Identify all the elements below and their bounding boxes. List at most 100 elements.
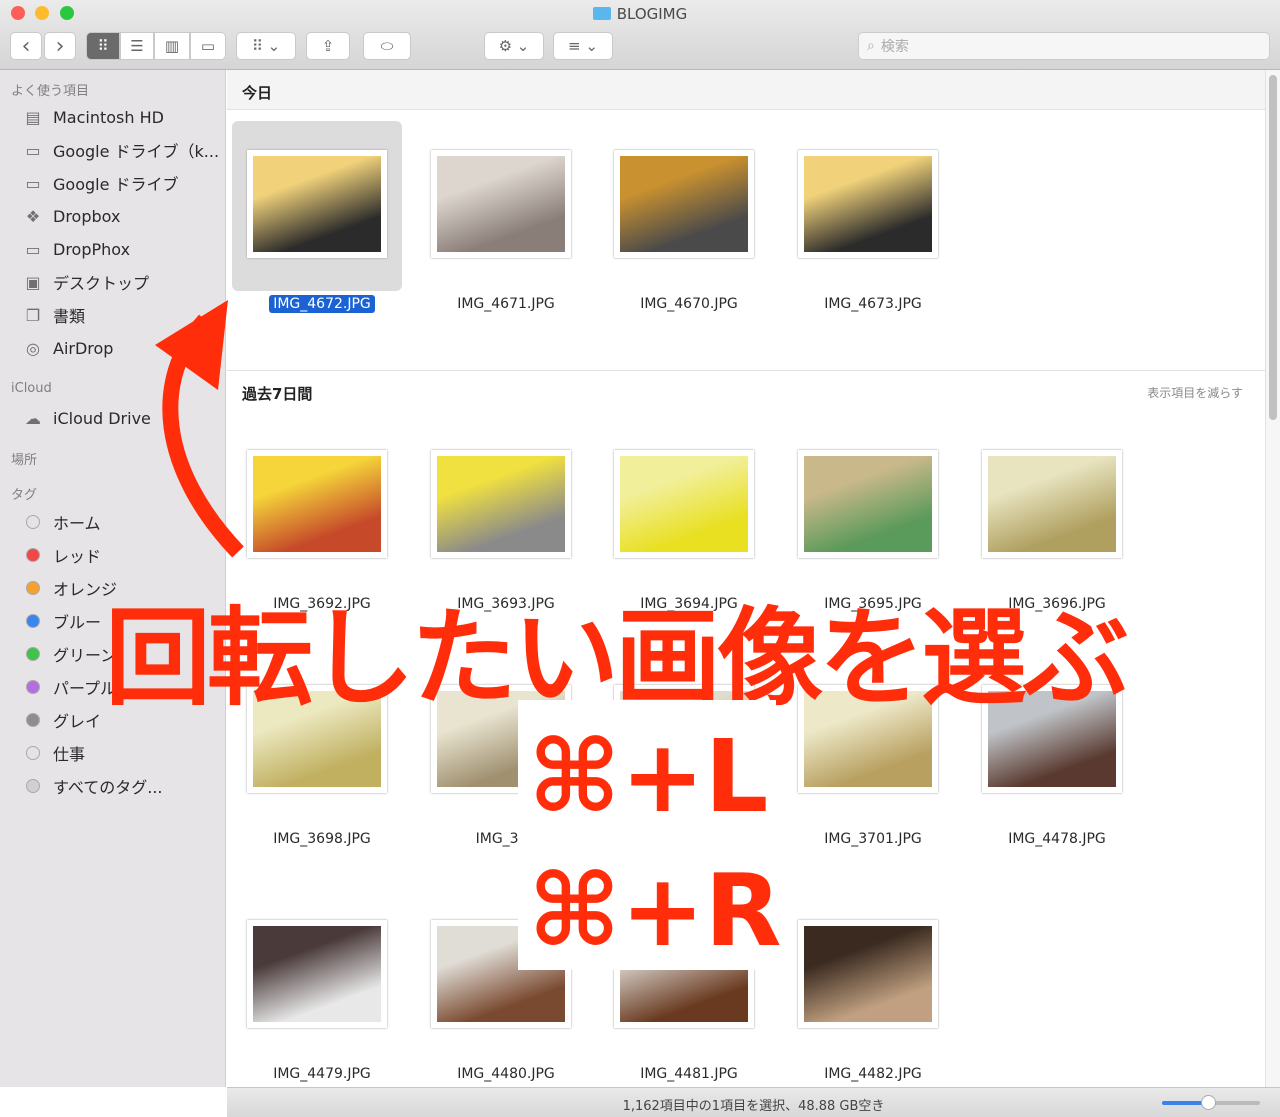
image-thumbnail[interactable] [247,685,387,793]
dropbox-icon: ❖ [25,206,41,226]
file-name[interactable]: IMG_4670.JPG [640,296,738,312]
file-name[interactable]: IMG_3701.JPG [824,831,922,847]
sidebar-item-label: グレイ [53,712,102,731]
tag-button[interactable]: ⬭ [363,32,411,60]
file-name[interactable]: IMG_4480.JPG [457,1066,555,1082]
image-thumbnail[interactable] [982,450,1122,558]
file-name[interactable]: IMG_4478.JPG [1008,831,1106,847]
file-name[interactable]: IMG_4481.JPG [640,1066,738,1082]
image-thumbnail[interactable] [247,150,387,258]
sidebar-tag[interactable]: グレイ [22,706,101,734]
documents-icon: ❐ [25,305,41,325]
file-name[interactable]: IMG_4673.JPG [824,296,922,312]
image-thumbnail[interactable] [614,920,754,1028]
tag-color-icon [26,680,40,694]
sidebar-item-label: Dropbox [53,206,121,226]
sidebar-item[interactable]: ◎ AirDrop [22,334,113,362]
folder-icon: ▭ [25,140,41,160]
sidebar-item[interactable]: ❖ Dropbox [22,202,121,230]
sidebar-item[interactable]: ▭ DropPhox [22,235,130,263]
window-title: BLOGIMG [0,5,1280,23]
sidebar-tag[interactable]: パープル [22,673,116,701]
image-thumbnail[interactable] [798,685,938,793]
sidebar: よく使う項目 iCloud ☁ iCloud Drive 場所 タグ ▤ Macin… [0,70,226,1087]
file-name[interactable]: IMG_3694.JPG [640,596,738,612]
file-name[interactable]: IMG_3698.JPG [273,831,371,847]
file-name[interactable]: IMG_3692.JPG [273,596,371,612]
image-thumbnail[interactable] [431,150,571,258]
sidebar-item-label: デスクトップ [53,274,150,293]
image-thumbnail[interactable] [614,150,754,258]
tag-color-icon [26,647,40,661]
sidebar-item-label: 書類 [53,307,86,326]
sidebar-tag[interactable]: ブルー [22,607,101,635]
scrollbar-thumb[interactable] [1269,75,1277,420]
sidebar-item-label: AirDrop [53,338,114,358]
image-thumbnail[interactable] [431,920,571,1028]
group-button[interactable]: ⠿ ⌄ [236,32,296,60]
sidebar-item[interactable]: ▭ Google ドライブ（k... [22,136,219,164]
show-less-link[interactable]: 表示項目を減らす [1147,384,1243,401]
image-thumbnail[interactable] [431,450,571,558]
cloud-icon: ☁ [25,408,41,428]
image-thumbnail[interactable] [431,685,571,793]
file-name[interactable]: IMG_4671.JPG [457,296,555,312]
sidebar-tag[interactable]: グリーン [22,640,116,668]
sidebar-item[interactable]: ▭ Google ドライブ [22,169,178,197]
sidebar-tag[interactable]: すべてのタグ... [22,772,163,800]
file-name[interactable]: IMG_4482.JPG [824,1066,922,1082]
back-button[interactable]: ‹ [10,32,42,60]
search-placeholder: 検索 [880,39,909,55]
search-icon: ⌕ [867,38,875,54]
image-thumbnail[interactable] [798,920,938,1028]
share-button[interactable]: ⇪ [306,32,350,60]
image-thumbnail[interactable] [247,920,387,1028]
action-gear-button[interactable]: ⚙ ⌄ [484,32,544,60]
tag-color-icon [26,614,40,628]
window-title-text: BLOGIMG [616,5,688,23]
sidebar-item-label: すべてのタグ... [53,778,163,797]
sidebar-item-label: ブルー [53,613,102,632]
search-field[interactable]: ⌕ 検索 [858,32,1270,60]
image-thumbnail[interactable] [247,450,387,558]
column-view-button[interactable]: ▥ [154,32,190,60]
file-name[interactable]: IMG_3693.JPG [457,596,555,612]
arrange-button[interactable]: ≡ ⌄ [553,32,613,60]
sidebar-tag[interactable]: オレンジ [22,574,117,602]
sidebar-item[interactable]: ▣ デスクトップ [22,268,149,296]
title-bar: BLOGIMG ‹ › ⠿ ☰ ▥ ▭ ⠿ ⌄ ⇪ ⬭ ⚙ ⌄ ≡ ⌄ ⌕ 検索 [0,0,1280,70]
sidebar-tag[interactable]: 仕事 [22,739,85,767]
list-view-button[interactable]: ☰ [120,32,154,60]
tag-color-icon [26,548,40,562]
sidebar-tag[interactable]: レッド [22,541,101,569]
icon-view-button[interactable]: ⠿ [86,32,120,60]
sidebar-item[interactable]: ❐ 書類 [22,301,85,329]
group-header-today: 今日 [227,70,1265,110]
scrollbar[interactable] [1265,70,1280,1087]
file-name[interactable]: IMG_369 [476,831,537,847]
sidebar-item-label: ホーム [53,514,101,533]
image-thumbnail[interactable] [982,685,1122,793]
file-name[interactable]: IMG_4479.JPG [273,1066,371,1082]
image-thumbnail[interactable] [798,150,938,258]
file-name[interactable]: IMG_3695.JPG [824,596,922,612]
image-thumbnail[interactable] [614,450,754,558]
icon-size-slider[interactable] [1162,1095,1260,1110]
folder-icon: ▭ [25,173,41,193]
tag-color-icon [26,779,40,793]
sidebar-item[interactable]: ▤ Macintosh HD [22,103,164,131]
sidebar-item-label: Google ドライブ（k... [53,142,220,161]
status-bar: 1,162項目中の1項目を選択、48.88 GB空き [227,1087,1280,1117]
image-thumbnail[interactable] [798,450,938,558]
gallery-view-button[interactable]: ▭ [190,32,226,60]
image-thumbnail[interactable] [614,685,754,793]
file-name[interactable]: IMG_4672.JPG [269,295,375,313]
sidebar-item-label: オレンジ [53,580,118,599]
sidebar-item-label: DropPhox [53,239,131,259]
file-browser: 今日 過去7日間 表示項目を減らす IMG_4672.JPG IMG_4671.JP… [227,70,1265,1087]
sidebar-tag[interactable]: ホーム [22,508,101,536]
file-name[interactable]: IMG_3696.JPG [1008,596,1106,612]
sidebar-item-icloud-drive[interactable]: ☁ iCloud Drive [22,404,151,432]
forward-button[interactable]: › [44,32,76,60]
tag-color-icon [26,713,40,727]
